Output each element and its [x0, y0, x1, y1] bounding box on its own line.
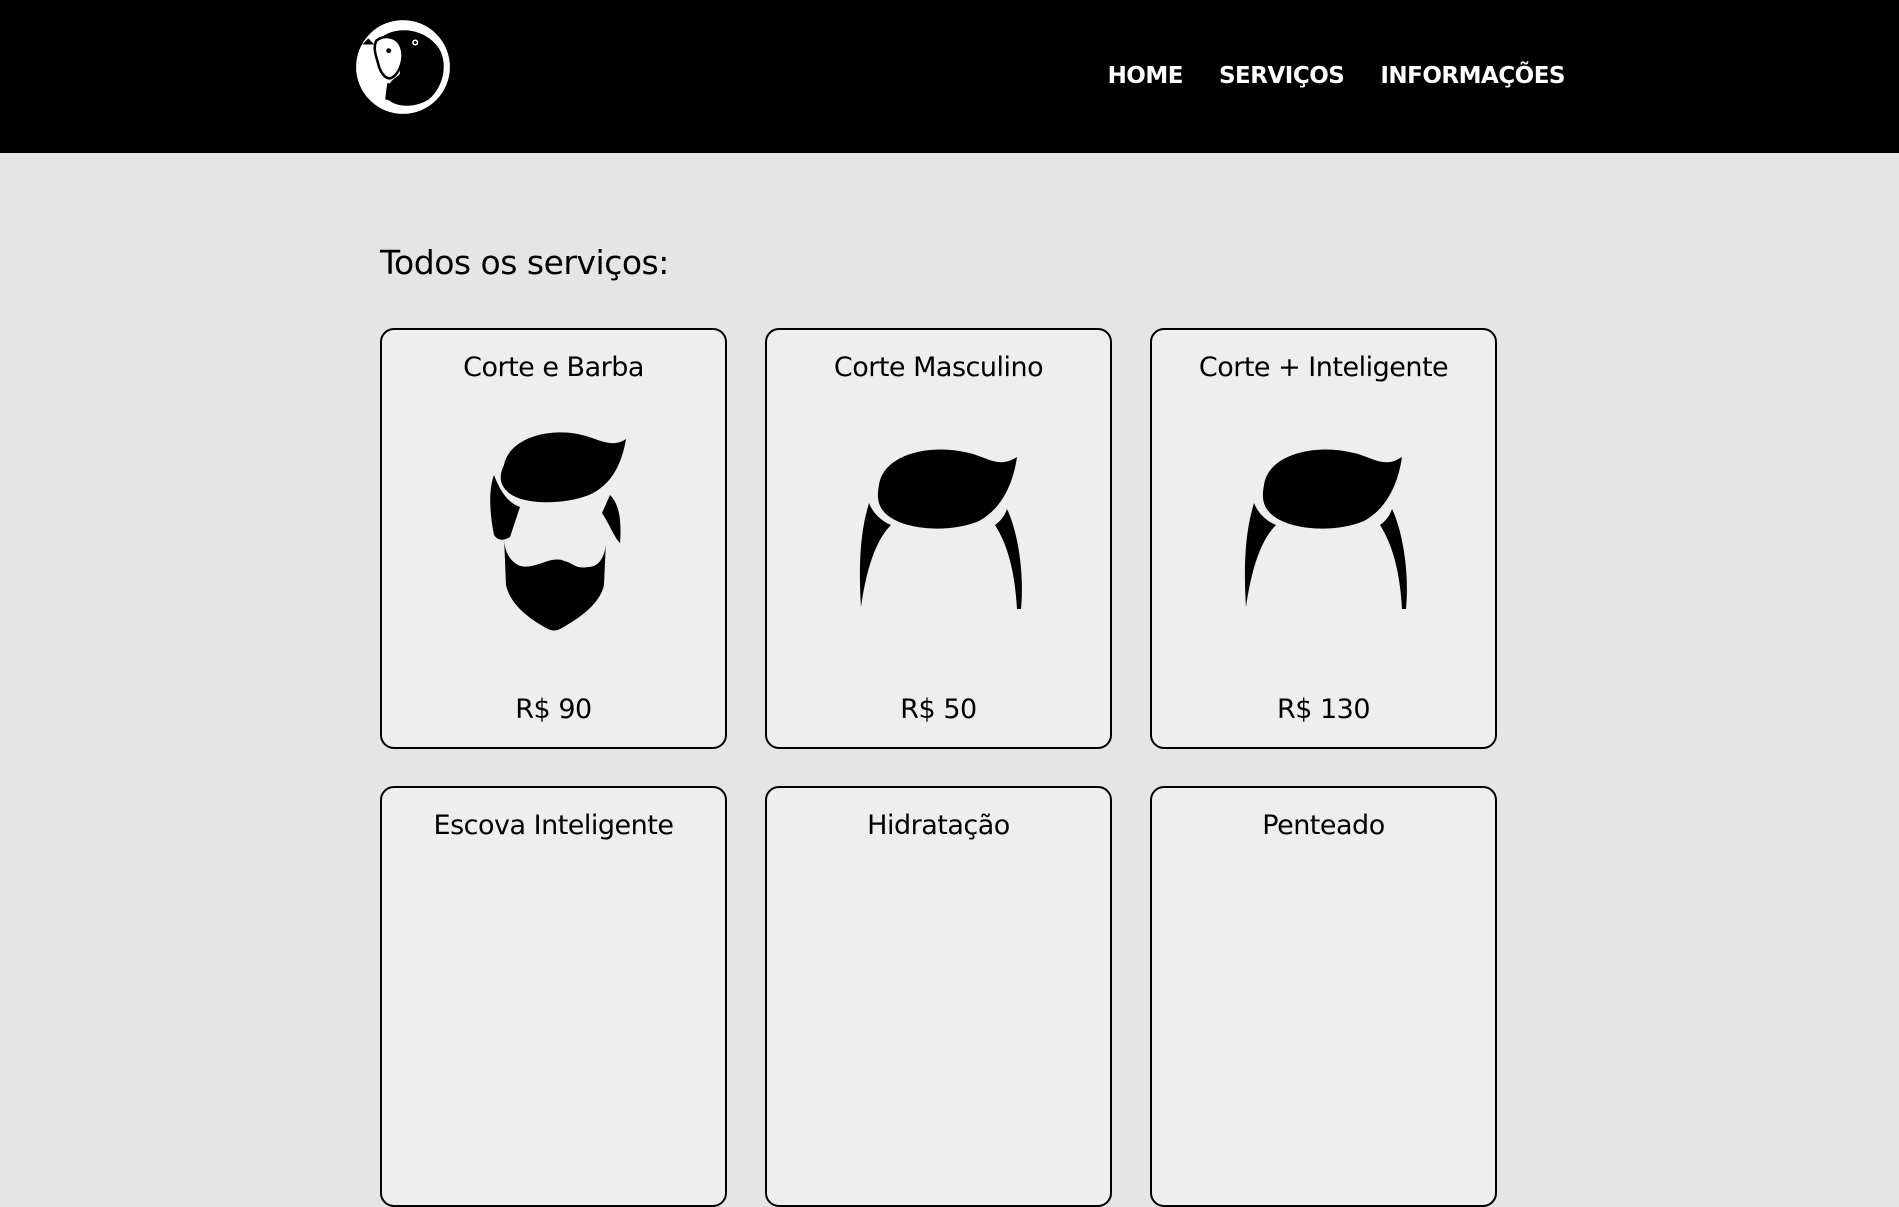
service-card-hidratacao[interactable]: Hidratação [765, 786, 1112, 1207]
service-card-corte-masculino[interactable]: Corte Masculino R$ 50 [765, 328, 1112, 749]
nav-services-link[interactable]: SERVIÇOS [1219, 62, 1345, 90]
service-card-escova-inteligente[interactable]: Escova Inteligente [380, 786, 727, 1207]
service-card-price: R$ 90 [515, 694, 592, 725]
service-card-title: Corte + Inteligente [1198, 352, 1449, 383]
hair-icon [859, 449, 1022, 609]
service-card-title: Corte e Barba [463, 352, 644, 383]
service-card-title: Hidratação [867, 810, 1010, 841]
nav-home-link[interactable]: HOME [1108, 62, 1184, 90]
nav-info-link[interactable]: INFORMAÇÕES [1380, 62, 1565, 90]
page-title: Todos os serviços: [380, 243, 669, 282]
service-card-price: R$ 50 [900, 694, 977, 725]
main-nav: HOME SERVIÇOS INFORMAÇÕES [1108, 62, 1566, 90]
service-card-corte-e-barba[interactable]: Corte e Barba R$ 90 [380, 328, 727, 749]
sheep-logo-icon[interactable] [352, 16, 454, 118]
top-header: HOME SERVIÇOS INFORMAÇÕES [0, 0, 1899, 153]
service-card-title: Escova Inteligente [433, 810, 674, 841]
service-card-penteado[interactable]: Penteado [1150, 786, 1497, 1207]
service-card-corte-inteligente[interactable]: Corte + Inteligente R$ 130 [1150, 328, 1497, 749]
hair-icon [1244, 449, 1407, 609]
service-card-price: R$ 130 [1276, 694, 1371, 725]
service-card-title: Penteado [1262, 810, 1385, 841]
beard-hair-icon [489, 432, 626, 631]
service-card-title: Corte Masculino [833, 352, 1044, 383]
